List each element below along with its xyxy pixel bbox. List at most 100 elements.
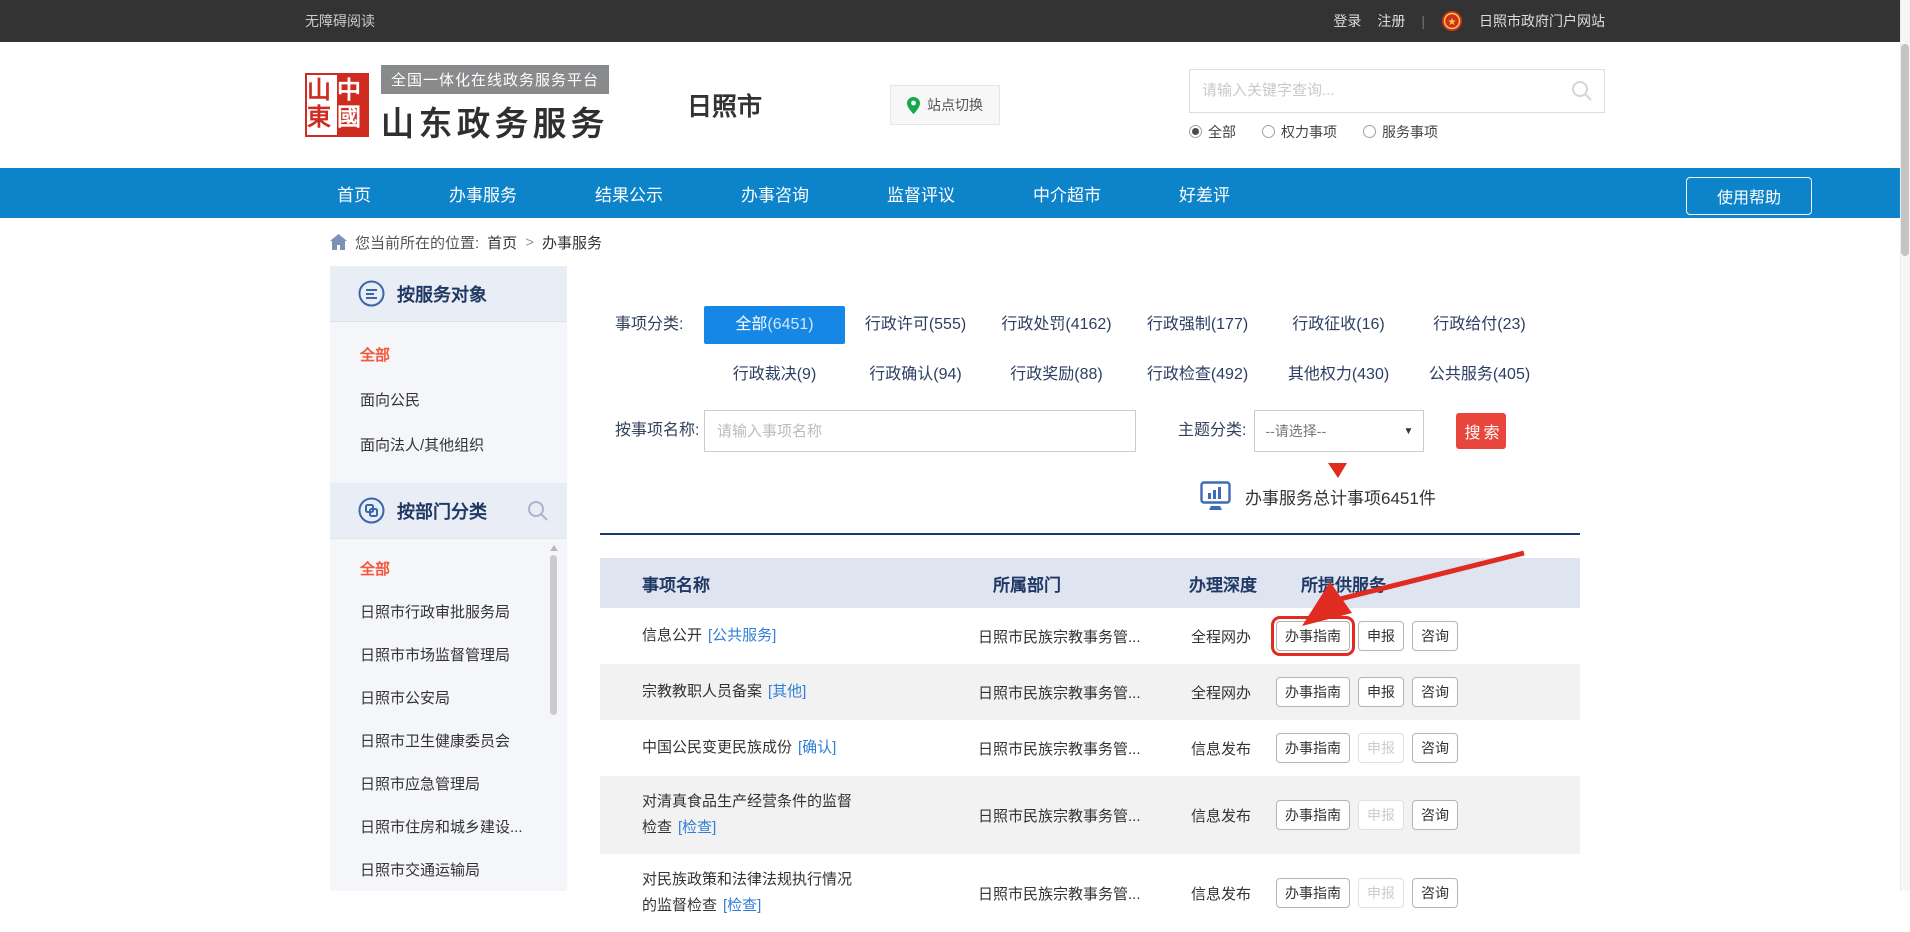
search-scope-radio[interactable]: 服务事项 — [1363, 122, 1438, 142]
search-icon[interactable] — [1570, 79, 1594, 103]
category-filter[interactable]: 行政奖励(88) — [986, 356, 1127, 394]
item-depth: 全程网办 — [1189, 626, 1276, 647]
category-filter[interactable]: 行政强制(177) — [1127, 306, 1268, 344]
register-link[interactable]: 注册 — [1377, 11, 1405, 31]
breadcrumb-current: 办事服务 — [542, 232, 602, 253]
accessibility-link[interactable]: 无障碍阅读 — [305, 11, 375, 31]
category-filter[interactable]: 公共服务(405) — [1409, 356, 1550, 394]
main-nav: 首页 办事服务 结果公示 办事咨询 监督评议 中介超市 好差评 使用帮助 — [0, 168, 1910, 218]
search-button[interactable]: 搜索 — [1456, 413, 1506, 449]
category-filter[interactable]: 行政征收(16) — [1268, 306, 1409, 344]
nav-item[interactable]: 好差评 — [1179, 181, 1230, 206]
login-link[interactable]: 登录 — [1333, 11, 1361, 31]
item-department: 日照市民族宗教事务管... — [978, 738, 1189, 759]
svg-text:★: ★ — [1448, 17, 1457, 28]
topic-select[interactable]: --请选择-- ▼ — [1254, 410, 1424, 452]
nav-item[interactable]: 首页 — [337, 181, 371, 206]
department-item[interactable]: 日照市住房和城乡建设... — [330, 805, 567, 848]
consult-button[interactable]: 咨询 — [1412, 677, 1458, 707]
department-list: 全部日照市行政审批服务局日照市市场监督管理局日照市公安局日照市卫生健康委员会日照… — [330, 539, 567, 891]
table-row: 宗教教职人员备案[其他] 日照市民族宗教事务管... 全程网办 办事指南 申报 … — [600, 664, 1580, 720]
stats-row: 办事服务总计事项6451件 — [600, 478, 1580, 514]
scrollbar-thumb[interactable] — [550, 555, 557, 715]
category-filter[interactable]: 行政给付(23) — [1409, 306, 1550, 344]
search-scope-radio[interactable]: 权力事项 — [1262, 122, 1337, 142]
item-type-tag[interactable]: [检查] — [723, 897, 761, 914]
item-department: 日照市民族宗教事务管... — [978, 883, 1189, 904]
table-row: 对清真食品生产经营条件的监督检查[检查] 日照市民族宗教事务管... 信息发布 … — [600, 776, 1580, 854]
category-filter[interactable]: 其他权力(430) — [1268, 356, 1409, 394]
department-item[interactable]: 日照市交通运输局 — [330, 848, 567, 891]
apply-button[interactable]: 申报 — [1358, 677, 1404, 707]
item-type-tag[interactable]: [其他] — [768, 683, 806, 700]
page-scrollbar[interactable] — [1900, 0, 1910, 891]
breadcrumb-home-link[interactable]: 首页 — [487, 232, 517, 253]
search-scope-radio[interactable]: 全部 — [1189, 122, 1236, 142]
category-filter[interactable]: 行政裁决(9) — [704, 356, 845, 394]
service-object-item[interactable]: 面向法人/其他组织 — [330, 422, 567, 467]
item-name[interactable]: 对清真食品生产经营条件的监督检查 — [642, 793, 852, 836]
nav-item[interactable]: 监督评议 — [887, 181, 955, 206]
nav-item[interactable]: 办事服务 — [449, 181, 517, 206]
department-list-scrollbar[interactable] — [549, 545, 558, 891]
topic-label: 主题分类: — [1178, 412, 1246, 450]
department-item[interactable]: 日照市市场监督管理局 — [330, 633, 567, 676]
guide-button[interactable]: 办事指南 — [1276, 733, 1350, 763]
service-object-item[interactable]: 全部 — [330, 332, 567, 377]
breadcrumb-separator: > — [525, 234, 534, 251]
department-item[interactable]: 日照市公安局 — [330, 676, 567, 719]
page-scrollbar-thumb[interactable] — [1901, 44, 1909, 256]
item-type-tag[interactable]: [公共服务] — [708, 627, 776, 644]
home-icon — [330, 234, 347, 250]
nav-item[interactable]: 中介超市 — [1033, 181, 1101, 206]
item-type-tag[interactable]: [检查] — [678, 819, 716, 836]
nav-item[interactable]: 结果公示 — [595, 181, 663, 206]
category-filter[interactable]: 行政处罚(4162) — [986, 306, 1127, 344]
item-type-tag[interactable]: [确认] — [798, 739, 836, 756]
search-scope-radios: 全部 权力事项 服务事项 — [1189, 122, 1605, 142]
divider: | — [1421, 13, 1425, 29]
consult-button[interactable]: 咨询 — [1412, 733, 1458, 763]
radio-icon — [1189, 125, 1202, 138]
department-item[interactable]: 日照市卫生健康委员会 — [330, 719, 567, 762]
category-filter[interactable]: 行政许可(555) — [845, 306, 986, 344]
scrollbar-up-arrow-icon[interactable] — [550, 545, 558, 551]
department-item[interactable]: 日照市应急管理局 — [330, 762, 567, 805]
items-table: 事项名称所属部门办理深度所提供服务 信息公开[公共服务] 日照市民族宗教事务管.… — [600, 558, 1580, 932]
apply-button[interactable]: 申报 — [1358, 621, 1404, 651]
item-name[interactable]: 中国公民变更民族成份 — [642, 739, 792, 756]
breadcrumb: 您当前所在的位置: 首页 > 办事服务 — [0, 218, 1910, 266]
location-pin-icon — [907, 97, 920, 114]
item-name[interactable]: 宗教教职人员备案 — [642, 683, 762, 700]
service-object-header: 按服务对象 — [330, 266, 567, 322]
table-header-cell: 办理深度 — [1189, 571, 1276, 596]
item-depth: 信息发布 — [1189, 805, 1276, 826]
guide-button[interactable]: 办事指南 — [1276, 878, 1350, 908]
service-object-item[interactable]: 面向公民 — [330, 377, 567, 422]
item-name[interactable]: 信息公开 — [642, 627, 702, 644]
portal-link[interactable]: 日照市政府门户网站 — [1479, 11, 1605, 31]
department-item[interactable]: 全部 — [330, 547, 567, 590]
site-logo[interactable]: 山東 中國 全国一体化在线政务服务平台 山东政务服务 — [305, 65, 609, 145]
item-department: 日照市民族宗教事务管... — [978, 682, 1189, 703]
consult-button[interactable]: 咨询 — [1412, 621, 1458, 651]
department-search-icon[interactable] — [527, 500, 549, 522]
keyword-search-input[interactable] — [1190, 82, 1570, 99]
nav-item[interactable]: 办事咨询 — [741, 181, 809, 206]
category-filter[interactable]: 行政确认(94) — [845, 356, 986, 394]
site-name: 山东政务服务 — [381, 97, 609, 145]
guide-button[interactable]: 办事指南 — [1276, 800, 1350, 830]
guide-button[interactable]: 办事指南 — [1276, 677, 1350, 707]
category-filter[interactable]: 行政检查(492) — [1127, 356, 1268, 394]
category-filter[interactable]: 全部(6451) — [704, 306, 845, 344]
guide-button[interactable]: 办事指南 — [1276, 621, 1350, 651]
site-switch-button[interactable]: 站点切换 — [890, 85, 1000, 125]
consult-button[interactable]: 咨询 — [1412, 800, 1458, 830]
header: 山東 中國 全国一体化在线政务服务平台 山东政务服务 日照市 站点切换 — [0, 42, 1910, 168]
department-item[interactable]: 日照市行政审批服务局 — [330, 590, 567, 633]
apply-button: 申报 — [1358, 733, 1404, 763]
table-row: 对民族政策和法律法规执行情况的监督检查[检查] 日照市民族宗教事务管... 信息… — [600, 854, 1580, 932]
item-name-input[interactable] — [704, 410, 1136, 452]
consult-button[interactable]: 咨询 — [1412, 878, 1458, 908]
help-button[interactable]: 使用帮助 — [1686, 177, 1812, 215]
